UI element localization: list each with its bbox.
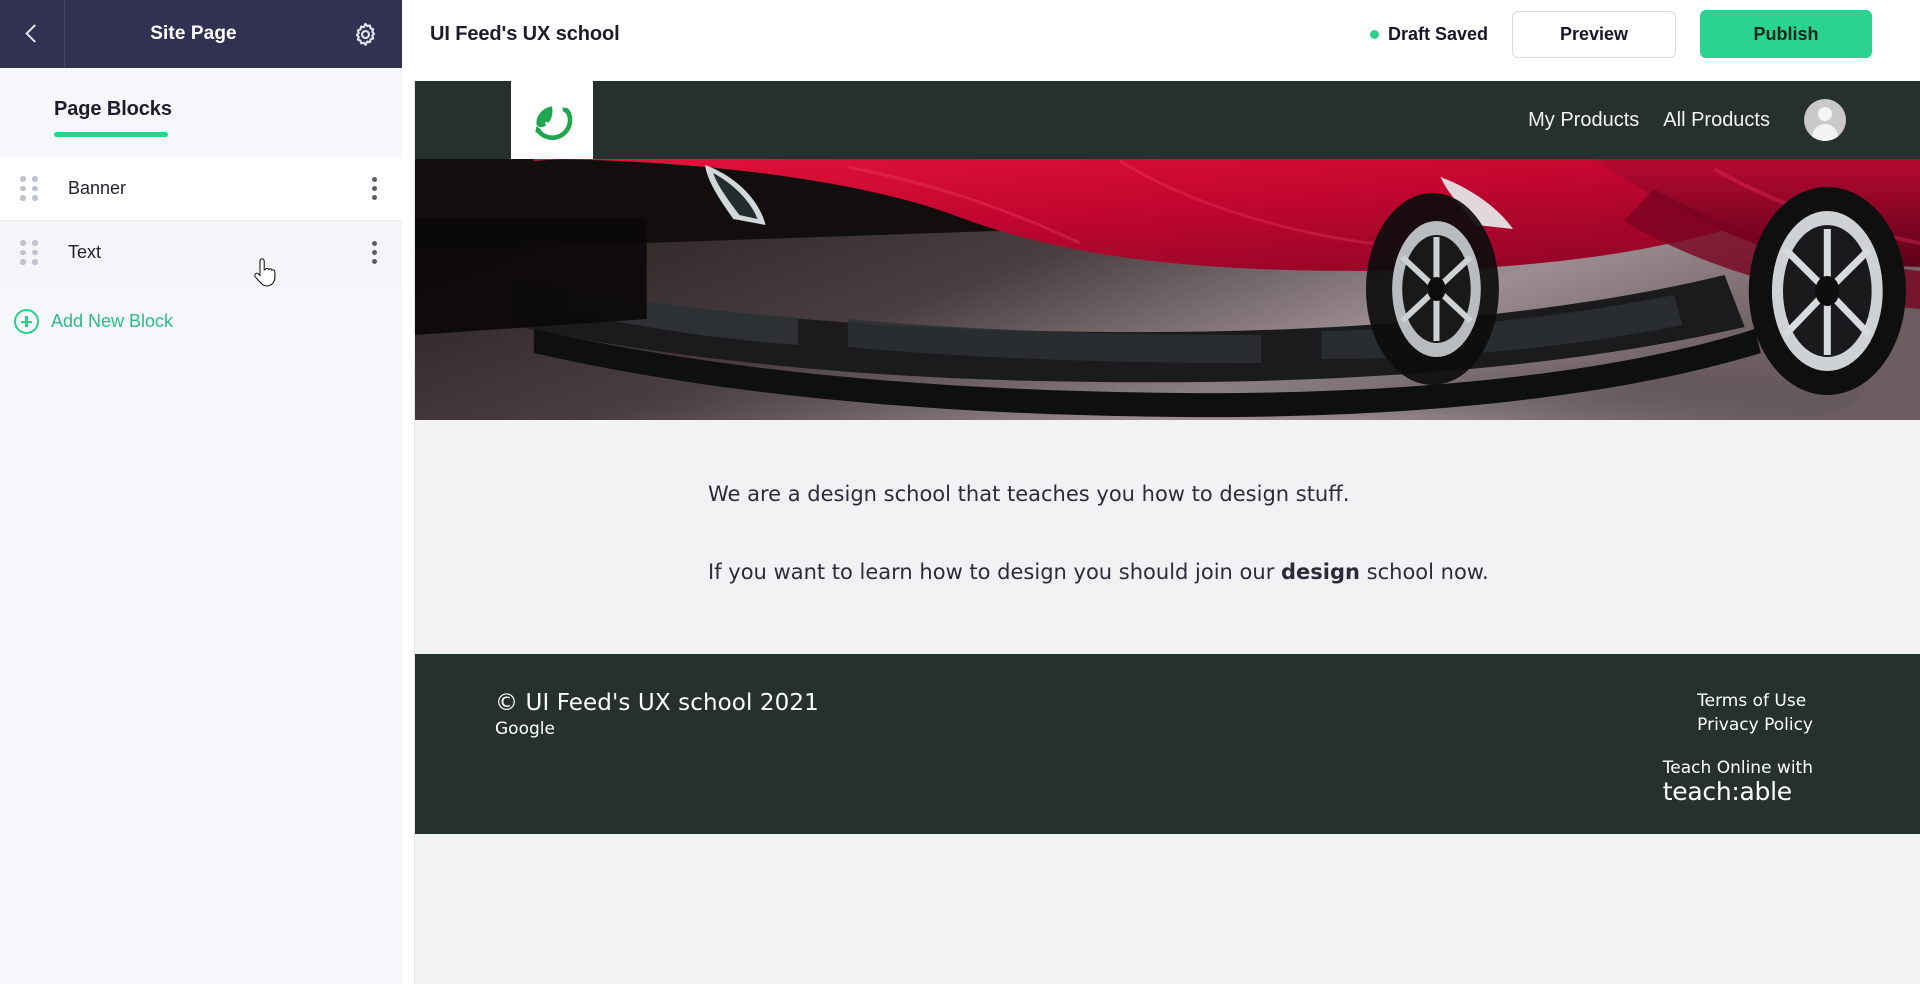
block-item-label: Text xyxy=(68,242,102,262)
panel-title: Site Page xyxy=(150,23,237,44)
site-footer: © UI Feed's UX school 2021 Google Terms … xyxy=(415,654,1920,834)
drag-handle-icon[interactable] xyxy=(20,240,46,265)
block-item-label: Banner xyxy=(68,178,127,198)
footer-link-terms[interactable]: Terms of Use xyxy=(1697,690,1813,714)
draft-status-label: Draft Saved xyxy=(1387,23,1488,44)
page-blocks-list: Banner Text xyxy=(0,157,402,285)
block-item-text[interactable]: Text xyxy=(0,221,402,285)
block-item-banner[interactable]: Banner xyxy=(0,157,402,221)
text-paragraph-2: If you want to learn how to design you s… xyxy=(415,560,1920,584)
kebab-menu-icon xyxy=(371,177,377,200)
gear-icon xyxy=(355,22,375,46)
page-blocks-header: Page Blocks xyxy=(0,68,402,137)
chevron-left-icon xyxy=(24,26,40,42)
preview-pane: My Products All Products We are a design… xyxy=(402,68,1920,984)
footer-teachable: Teach Online with teach:able xyxy=(1663,758,1813,806)
green-leaf-recycle-check-logo xyxy=(535,106,573,140)
site-header: My Products All Products xyxy=(415,81,1920,165)
text-paragraph-1: We are a design school that teaches you … xyxy=(708,482,1350,506)
top-bar-main: UI Feed's UX school Draft Saved Preview … xyxy=(402,0,1920,68)
hero-banner-image xyxy=(415,159,1920,420)
user-avatar-icon[interactable] xyxy=(1804,99,1846,141)
text-paragraph-2-after: school now. xyxy=(1359,560,1489,584)
sidebar-header: Site Page xyxy=(0,0,402,68)
site-nav: My Products All Products xyxy=(1528,99,1920,141)
nav-link-all-products[interactable]: All Products xyxy=(1663,109,1770,132)
text-paragraph-2-before: If you want to learn how to design you s… xyxy=(708,560,1281,584)
add-new-block-button[interactable]: Add New Block xyxy=(0,285,173,334)
preview-button[interactable]: Preview xyxy=(1512,10,1676,58)
footer-teach-label: Teach Online with xyxy=(1662,758,1813,778)
footer-link-privacy[interactable]: Privacy Policy xyxy=(1697,714,1813,738)
active-tab-underline xyxy=(54,132,168,137)
back-button[interactable] xyxy=(0,0,64,68)
drag-handle-icon[interactable] xyxy=(20,176,46,201)
footer-copyright: © UI Feed's UX school 2021 xyxy=(495,690,819,716)
plus-circle-icon xyxy=(14,309,39,334)
red-sports-car-photo xyxy=(415,159,1920,420)
text-block[interactable]: We are a design school that teaches you … xyxy=(415,420,1920,654)
site-page-editor: Site Page UI Feed's UX school Draft Save… xyxy=(0,0,1920,984)
page-blocks-title: Page Blocks xyxy=(54,98,172,120)
nav-link-my-products[interactable]: My Products xyxy=(1528,109,1639,132)
status-dot-icon xyxy=(1369,29,1379,39)
top-bar: Site Page UI Feed's UX school Draft Save… xyxy=(0,0,1920,68)
kebab-menu-icon xyxy=(371,241,377,264)
block-menu-button[interactable] xyxy=(346,241,402,264)
block-menu-button[interactable] xyxy=(346,177,402,200)
top-bar-actions: Draft Saved Preview Publish xyxy=(1369,10,1872,58)
draft-status: Draft Saved xyxy=(1369,23,1488,45)
add-new-block-label: Add New Block xyxy=(51,311,174,331)
footer-links: Terms of Use Privacy Policy xyxy=(1697,690,1813,738)
publish-button[interactable]: Publish xyxy=(1700,10,1872,58)
footer-teach-brand: teach:able xyxy=(1662,777,1792,806)
site-preview-frame: My Products All Products We are a design… xyxy=(415,81,1920,984)
footer-left: © UI Feed's UX school 2021 Google xyxy=(495,690,819,739)
settings-button[interactable] xyxy=(328,0,402,68)
editor-body: Page Blocks Banner Text Add New Block My… xyxy=(0,68,1920,984)
footer-subline: Google xyxy=(495,719,555,739)
text-paragraph-2-bold: design xyxy=(1281,560,1360,584)
page-title: UI Feed's UX school xyxy=(430,22,620,45)
sidebar: Page Blocks Banner Text Add New Block xyxy=(0,68,402,984)
site-logo[interactable] xyxy=(511,81,593,165)
